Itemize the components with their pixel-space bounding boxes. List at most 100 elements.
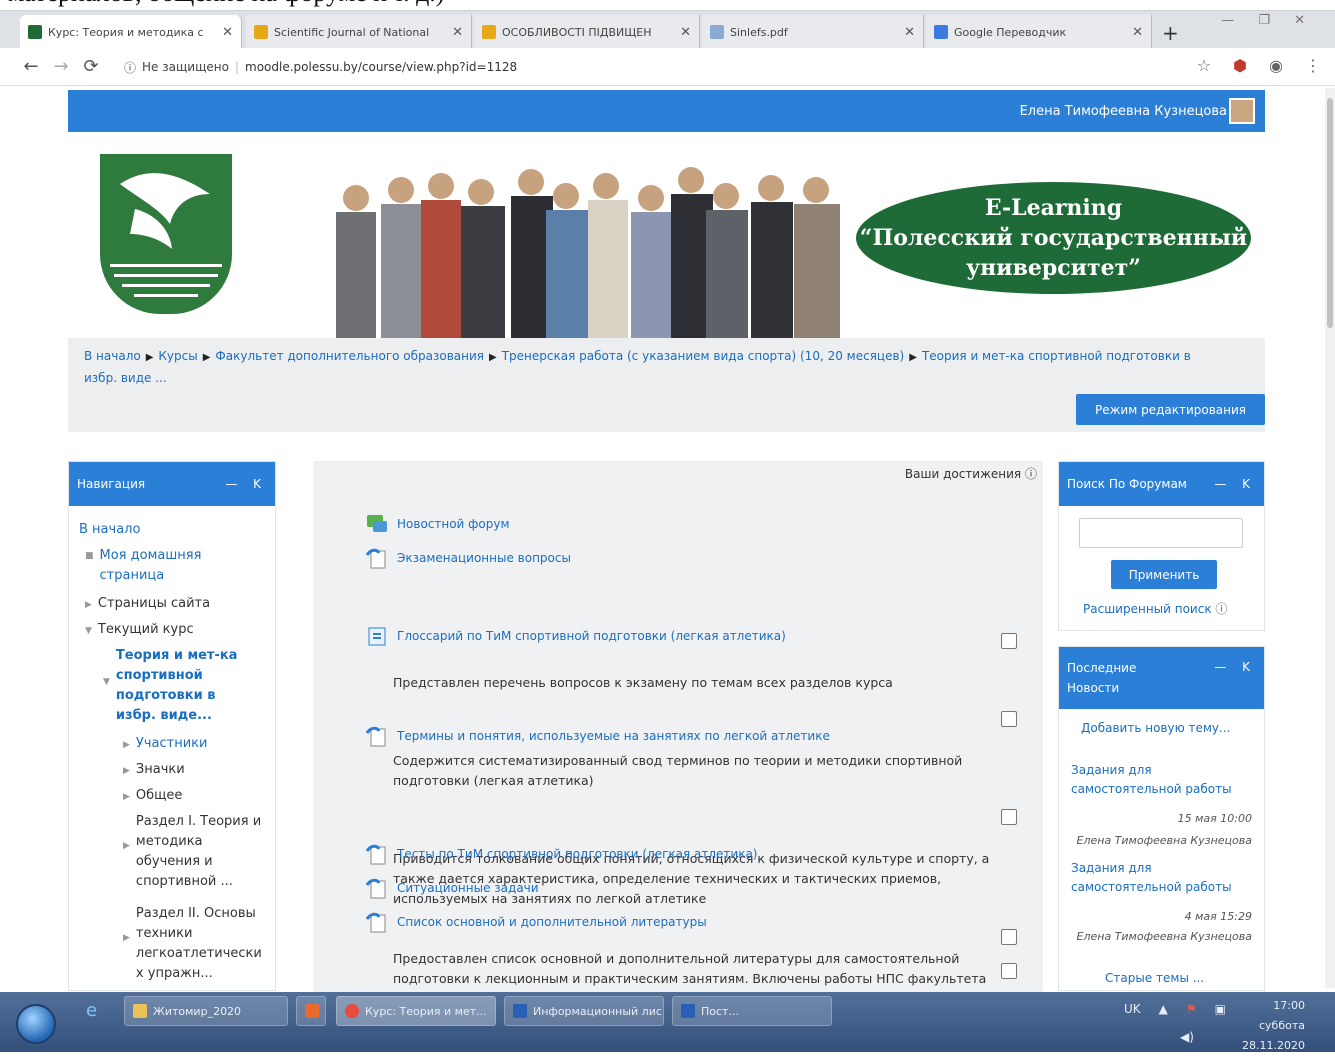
edit-mode-button[interactable]: Режим редактирования <box>1076 394 1265 425</box>
flag-icon[interactable]: ⚑ <box>1186 1002 1197 1016</box>
nav-item-site-pages[interactable]: ▶ Страницы сайта <box>85 594 210 615</box>
close-icon[interactable]: ✕ <box>904 25 915 40</box>
page-icon <box>365 843 389 865</box>
completion-checkbox[interactable] <box>1001 809 1017 825</box>
block-controls[interactable]: — K <box>1214 657 1256 677</box>
translate-favicon-icon <box>934 25 948 39</box>
page-scrollbar[interactable] <box>1325 88 1335 988</box>
breadcrumb-item[interactable]: В начало <box>84 349 141 363</box>
browser-tab[interactable]: Google Переводчик ✕ <box>926 15 1152 49</box>
browser-tab[interactable]: Scientific Journal of National ✕ <box>246 15 472 49</box>
activity-literature[interactable]: Список основной и дополнительной литерат… <box>365 911 707 933</box>
tab-label: ОСОБЛИВОСТІ ПІДВИЩЕН <box>502 25 652 39</box>
activity-title[interactable]: Тесты по ТиМ спортивной подготовки (легк… <box>397 847 758 861</box>
close-icon[interactable]: ✕ <box>222 25 233 40</box>
close-icon[interactable]: ✕ <box>452 25 463 40</box>
taskbar-item[interactable] <box>296 996 326 1026</box>
achievements-link[interactable]: Ваши достижения ⓘ <box>905 465 1037 482</box>
language-indicator[interactable]: UK <box>1124 1002 1141 1016</box>
forum-icon <box>365 513 389 535</box>
help-icon[interactable]: ⓘ <box>1025 467 1037 481</box>
completion-checkbox[interactable] <box>1001 711 1017 727</box>
activity-title[interactable]: Глоссарий по ТиМ спортивной подготовки (… <box>397 629 786 643</box>
taskbar-item[interactable]: Курс: Теория и мет... <box>336 996 496 1026</box>
browser-tab[interactable]: ОСОБЛИВОСТІ ПІДВИЩЕН ✕ <box>474 15 700 49</box>
browser-toolbar: ← → ⟳ ⓘ Не защищено | moodle.polessu.by/… <box>0 48 1335 86</box>
nav-item-section-2[interactable]: ▶ Раздел II. Основы техники легкоатлетиче… <box>123 904 273 984</box>
block-controls[interactable]: — K <box>225 477 267 491</box>
network-icon[interactable]: ▣ <box>1215 1002 1226 1016</box>
ie-icon[interactable]: e <box>86 1000 97 1021</box>
activity-title[interactable]: Новостной форум <box>397 517 510 531</box>
activity-exam-questions[interactable]: Экзаменационные вопросы <box>365 547 571 569</box>
activity-title[interactable]: Термины и понятия, используемые на занят… <box>397 729 830 743</box>
reload-icon[interactable]: ⟳ <box>76 56 106 77</box>
nav-item-dashboard[interactable]: ■ Моя домашняя страница <box>85 546 265 586</box>
volume-icon[interactable]: ◀) <box>1180 1030 1194 1044</box>
url-text[interactable]: moodle.polessu.by/course/view.php?id=112… <box>245 60 517 74</box>
close-icon[interactable]: ✕ <box>680 25 691 40</box>
user-name[interactable]: Елена Тимофеевна Кузнецова <box>1020 104 1227 119</box>
bullet-icon: ■ <box>85 551 94 561</box>
info-icon[interactable]: ⓘ <box>124 59 136 76</box>
taskbar-item[interactable]: Пост... <box>672 996 832 1026</box>
bookmark-star-icon[interactable]: ☆ <box>1197 56 1211 75</box>
apply-button[interactable]: Применить <box>1111 560 1217 589</box>
separator: | <box>234 60 239 74</box>
new-tab-icon[interactable]: + <box>1162 21 1179 45</box>
older-topics-link[interactable]: Старые темы ... <box>1105 969 1204 988</box>
nav-item-general[interactable]: ▶ Общее <box>123 786 182 807</box>
nav-item-course[interactable]: ▼ Теория и мет-ка спортивной подготовки в… <box>103 646 263 726</box>
profile-icon[interactable]: ◉ <box>1269 56 1283 75</box>
breadcrumb-item[interactable]: Факультет дополнительного образования <box>215 349 484 363</box>
taskbar-item[interactable]: Информационный лис... <box>504 996 664 1026</box>
back-arrow-icon[interactable]: ← <box>16 56 46 77</box>
tab-label: Курс: Теория и методика с <box>48 25 204 39</box>
news-item-title[interactable]: Задания для самостоятельной работы <box>1071 761 1251 799</box>
block-controls[interactable]: — K <box>1214 477 1256 491</box>
scrollbar-thumb[interactable] <box>1327 98 1333 328</box>
breadcrumb-item[interactable]: Курсы <box>158 349 197 363</box>
activity-terms[interactable]: Термины и понятия, используемые на занят… <box>365 725 830 747</box>
avatar[interactable] <box>1229 98 1255 124</box>
nav-item-participants[interactable]: ▶ Участники <box>123 734 207 755</box>
add-topic-link[interactable]: Добавить новую тему... <box>1081 719 1230 738</box>
nav-item-current-course[interactable]: ▼ Текущий курс <box>85 620 194 641</box>
breadcrumb-item[interactable]: Тренерская работа (с указанием вида спор… <box>502 349 905 363</box>
news-item-date: 15 мая 10:00 <box>1177 812 1252 825</box>
browser-tab[interactable]: Sinlefs.pdf ✕ <box>702 15 924 49</box>
close-icon[interactable]: ✕ <box>1132 25 1143 40</box>
news-item-title[interactable]: Задания для самостоятельной работы <box>1071 859 1251 897</box>
completion-checkbox[interactable] <box>1001 929 1017 945</box>
nav-item-section-1[interactable]: ▶ Раздел I. Теория и методика обучения и … <box>123 812 273 892</box>
activity-case-tasks[interactable]: Ситуационные задачи <box>365 877 539 899</box>
forward-arrow-icon[interactable]: → <box>46 56 76 77</box>
activity-description: Содержится систематизированный свод терм… <box>393 753 963 788</box>
clock-day: суббота <box>1258 1019 1305 1032</box>
clock[interactable]: 17:00 суббота 28.11.2020 <box>1242 996 1305 1052</box>
window-controls[interactable]: — ❐ ✕ <box>1221 13 1315 28</box>
activity-tests[interactable]: Тесты по ТиМ спортивной подготовки (легк… <box>365 843 758 865</box>
menu-dots-icon[interactable]: ⋮ <box>1305 56 1321 75</box>
university-logo-icon[interactable] <box>100 154 232 314</box>
nav-item-home[interactable]: В начало <box>79 520 140 540</box>
taskbar-item[interactable]: Житомир_2020 <box>124 996 288 1026</box>
address-bar[interactable]: ⓘ Не защищено | moodle.polessu.by/course… <box>124 54 1214 80</box>
advanced-search-link[interactable]: Расширенный поиск ⓘ <box>1083 600 1227 617</box>
activity-forum[interactable]: Новостной форум <box>365 513 510 535</box>
forum-search-input[interactable] <box>1079 518 1243 548</box>
triangle-right-icon: ▶ <box>85 600 92 610</box>
start-button-icon[interactable] <box>16 1004 56 1044</box>
activity-glossary[interactable]: Глоссарий по ТиМ спортивной подготовки (… <box>365 625 786 647</box>
activity-title[interactable]: Экзаменационные вопросы <box>397 551 571 565</box>
nav-item-badges[interactable]: ▶ Значки <box>123 760 185 781</box>
news-item-date: 4 мая 15:29 <box>1184 910 1252 923</box>
activity-title[interactable]: Список основной и дополнительной литерат… <box>397 915 707 929</box>
tray-arrow-icon[interactable]: ▲ <box>1159 1002 1168 1016</box>
browser-tab[interactable]: Курс: Теория и методика с ✕ <box>20 15 242 49</box>
extension-icon[interactable]: ⬢ <box>1233 56 1247 75</box>
triangle-right-icon: ▶ <box>123 933 130 943</box>
help-icon[interactable]: ⓘ <box>1215 602 1227 616</box>
activity-title[interactable]: Ситуационные задачи <box>397 881 539 895</box>
completion-checkbox[interactable] <box>1001 633 1017 649</box>
